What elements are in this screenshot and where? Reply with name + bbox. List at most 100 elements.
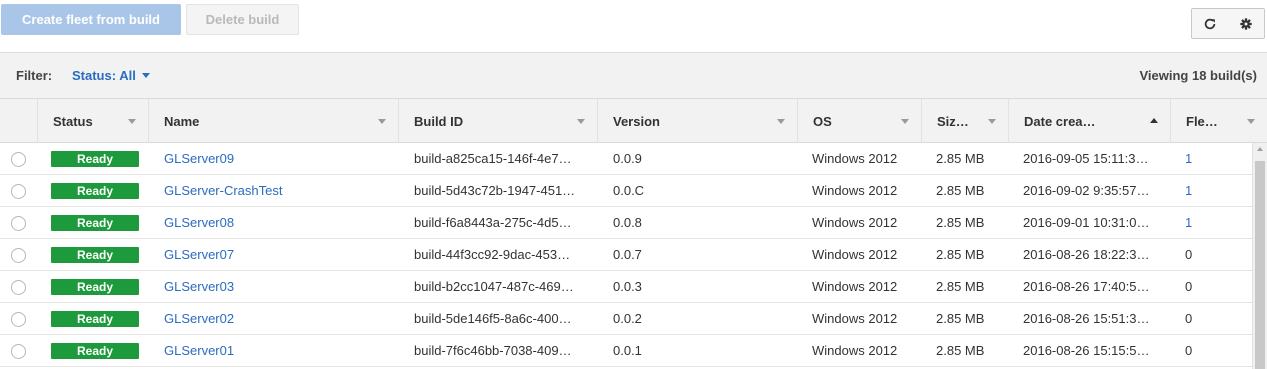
fleets-count-cell: 0	[1185, 247, 1193, 262]
build-name-link[interactable]: GLServer02	[164, 303, 389, 334]
column-header-label: Siz…	[937, 113, 969, 129]
fleets-count-cell: 0	[1185, 311, 1193, 326]
build-id-cell: build-a825ca15-146f-4e7…	[414, 151, 572, 166]
size-cell: 2.85 MB	[936, 151, 985, 166]
row-select-radio[interactable]	[11, 248, 26, 263]
filter-bar: Filter: Status: All Viewing 18 build(s)	[0, 52, 1267, 99]
settings-button[interactable]	[1228, 8, 1265, 39]
os-cell: Windows 2012	[812, 279, 898, 294]
toolbar: Create fleet from build Delete build	[0, 0, 1267, 52]
build-name-link[interactable]: GLServer-CrashTest	[164, 175, 389, 206]
table-row[interactable]: Ready GLServer09 build-a825ca15-146f-4e7…	[0, 143, 1252, 175]
row-select-radio[interactable]	[11, 344, 26, 359]
version-cell: 0.0.3	[613, 279, 642, 294]
column-header-status[interactable]: Status	[37, 99, 148, 143]
os-cell: Windows 2012	[812, 215, 898, 230]
size-cell: 2.85 MB	[936, 343, 985, 358]
os-cell: Windows 2012	[812, 151, 898, 166]
row-select-radio[interactable]	[11, 312, 26, 327]
status-badge: Ready	[51, 279, 139, 295]
build-id-cell: build-7f6c46bb-7038-409…	[414, 343, 572, 358]
os-cell: Windows 2012	[812, 311, 898, 326]
column-header-label: Name	[164, 113, 200, 129]
row-select-radio[interactable]	[11, 184, 26, 199]
build-id-cell: build-44f3cc92-9dac-453…	[414, 247, 571, 262]
os-cell: Windows 2012	[812, 247, 898, 262]
os-cell: Windows 2012	[812, 343, 898, 358]
column-header-label: Build ID	[414, 113, 464, 129]
builds-table: Ready GLServer09 build-a825ca15-146f-4e7…	[0, 143, 1252, 369]
table-scrollbar[interactable]	[1252, 143, 1267, 369]
build-id-cell: build-5d43c72b-1947-451…	[414, 183, 576, 198]
status-badge: Ready	[51, 311, 139, 327]
delete-build-button[interactable]: Delete build	[186, 4, 299, 35]
row-select-radio[interactable]	[11, 216, 26, 231]
table-row[interactable]: Ready GLServer-CrashTest build-5d43c72b-…	[0, 175, 1252, 207]
fleets-count-cell: 0	[1185, 279, 1193, 294]
fleets-count-link[interactable]: 1	[1185, 175, 1225, 206]
column-header-fleets[interactable]: Fle…	[1170, 99, 1267, 143]
version-cell: 0.0.1	[613, 343, 642, 358]
filter-label: Filter:	[16, 68, 53, 83]
table-row[interactable]: Ready GLServer01 build-7f6c46bb-7038-409…	[0, 335, 1252, 367]
table-row[interactable]: Ready GLServer02 build-5de146f5-8a6c-400…	[0, 303, 1252, 335]
scroll-up-arrow-icon[interactable]	[1257, 147, 1263, 151]
viewing-count: Viewing 18 build(s)	[1139, 68, 1257, 83]
column-header-date-created[interactable]: Date crea…	[1008, 99, 1170, 143]
size-cell: 2.85 MB	[936, 279, 985, 294]
build-name-link[interactable]: GLServer01	[164, 335, 389, 366]
table-row[interactable]: Ready GLServer03 build-b2cc1047-487c-469…	[0, 271, 1252, 303]
column-header-os[interactable]: OS	[797, 99, 921, 143]
column-header-label: Version	[613, 113, 660, 129]
status-filter-value: Status: All	[72, 68, 136, 83]
build-id-cell: build-f6a8443a-275c-4d5…	[414, 215, 572, 230]
size-cell: 2.85 MB	[936, 247, 985, 262]
version-cell: 0.0.9	[613, 151, 642, 166]
column-header-label: Fle…	[1186, 113, 1218, 129]
date-created-cell: 2016-08-26 17:40:5…	[1023, 279, 1150, 294]
version-cell: 0.0.7	[613, 247, 642, 262]
table-row[interactable]: Ready GLServer07 build-44f3cc92-9dac-453…	[0, 239, 1252, 271]
build-name-link[interactable]: GLServer03	[164, 271, 389, 302]
sort-icon	[901, 119, 909, 124]
column-header-version[interactable]: Version	[597, 99, 797, 143]
size-cell: 2.85 MB	[936, 183, 985, 198]
date-created-cell: 2016-08-26 15:15:5…	[1023, 343, 1150, 358]
sort-icon	[378, 119, 386, 124]
size-cell: 2.85 MB	[936, 311, 985, 326]
os-cell: Windows 2012	[812, 183, 898, 198]
column-header-label: Status	[53, 113, 93, 129]
build-id-cell: build-b2cc1047-487c-469…	[414, 279, 574, 294]
sort-icon	[128, 119, 136, 124]
version-cell: 0.0.8	[613, 215, 642, 230]
row-select-radio[interactable]	[11, 280, 26, 295]
status-badge: Ready	[51, 183, 139, 199]
column-header-build-id[interactable]: Build ID	[398, 99, 597, 143]
create-fleet-button[interactable]: Create fleet from build	[1, 4, 181, 35]
build-name-link[interactable]: GLServer09	[164, 143, 389, 174]
scrollbar-thumb[interactable]	[1255, 161, 1265, 369]
column-header-label: OS	[813, 113, 832, 129]
fleets-count-link[interactable]: 1	[1185, 207, 1225, 238]
status-badge: Ready	[51, 343, 139, 359]
chevron-down-icon	[141, 73, 150, 78]
sort-icon	[777, 119, 785, 124]
version-cell: 0.0.C	[613, 183, 645, 198]
row-select-radio[interactable]	[11, 152, 26, 167]
refresh-icon	[1204, 18, 1216, 29]
fleets-count-link[interactable]: 1	[1185, 143, 1225, 174]
sort-icon	[1247, 119, 1255, 124]
column-header-name[interactable]: Name	[148, 99, 398, 143]
refresh-button[interactable]	[1191, 8, 1229, 39]
date-created-cell: 2016-09-01 10:31:0…	[1023, 215, 1150, 230]
date-created-cell: 2016-09-02 9:35:57…	[1023, 183, 1150, 198]
table-header: Status Name Build ID Version OS Siz… Dat…	[0, 99, 1267, 143]
build-name-link[interactable]: GLServer07	[164, 239, 389, 270]
date-created-cell: 2016-08-26 15:51:3…	[1023, 311, 1150, 326]
build-name-link[interactable]: GLServer08	[164, 207, 389, 238]
sort-icon	[577, 119, 585, 124]
table-row[interactable]: Ready GLServer08 build-f6a8443a-275c-4d5…	[0, 207, 1252, 239]
status-badge: Ready	[51, 151, 139, 167]
column-header-size[interactable]: Siz…	[921, 99, 1008, 143]
status-filter-dropdown[interactable]: Status: All	[72, 68, 150, 83]
